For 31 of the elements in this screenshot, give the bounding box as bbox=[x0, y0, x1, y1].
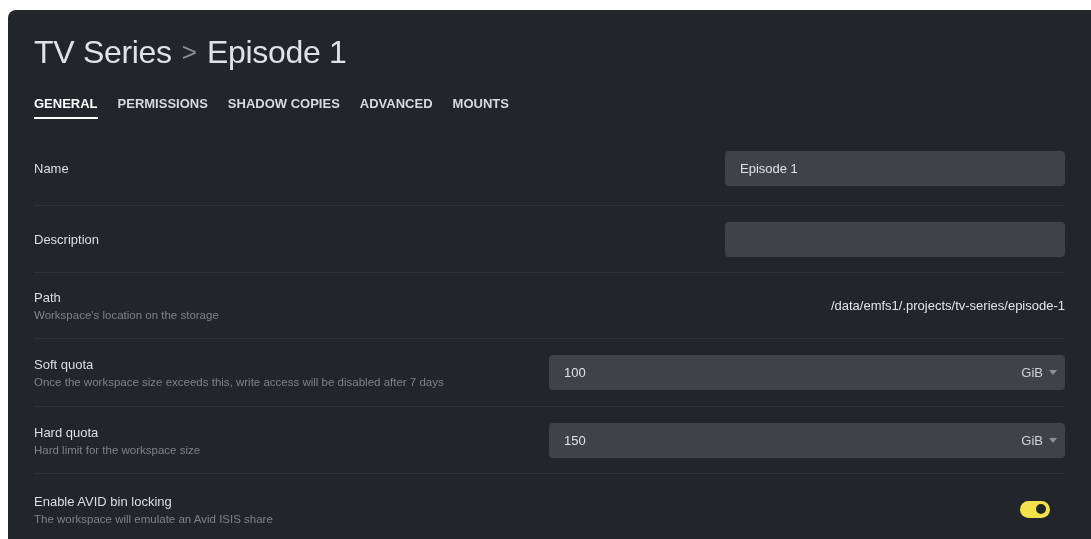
text-field[interactable] bbox=[725, 221, 1065, 257]
tab[interactable]: SHADOW COPIES bbox=[227, 96, 340, 119]
tab[interactable]: GENERAL bbox=[34, 96, 98, 119]
setting-label: Description bbox=[34, 231, 100, 247]
setting-label: Path bbox=[34, 290, 62, 305]
setting-label: Hard quota bbox=[34, 424, 100, 440]
path-value: /data/emfs1/.projects/tv-series/episode-1 bbox=[830, 298, 1065, 313]
tab[interactable]: ADVANCED bbox=[359, 96, 433, 119]
quota-field[interactable]: 150 GiB bbox=[549, 422, 1065, 458]
setting-description: The workspace will emulate an Avid ISIS share bbox=[34, 512, 273, 525]
quota-field[interactable]: 100 GiB bbox=[549, 355, 1065, 390]
toggle-switch[interactable] bbox=[1020, 500, 1050, 518]
setting-description: Hard limit for the workspace size bbox=[34, 443, 201, 456]
setting-label: Soft quota bbox=[34, 357, 95, 372]
tab[interactable]: PERMISSIONS bbox=[117, 96, 208, 119]
unit-dropdown[interactable]: GiB bbox=[1021, 365, 1057, 380]
unit-dropdown[interactable]: GiB bbox=[1021, 432, 1057, 448]
setting-label: Enable AVID bin locking bbox=[34, 493, 173, 509]
caret-icon bbox=[1049, 370, 1057, 375]
page-title: Episode 1 bbox=[207, 33, 347, 71]
caret-icon bbox=[1049, 437, 1057, 443]
breadcrumb-parent[interactable]: TV Series bbox=[34, 33, 172, 71]
setting-description: Once the workspace size exceeds this, write access will be disabled after 7 days bbox=[34, 376, 444, 388]
breadcrumb-separator: > bbox=[181, 36, 197, 68]
setting-description: Workspace's location on the storage bbox=[34, 309, 219, 321]
field-value: Episode 1 bbox=[740, 160, 798, 176]
field-value: 100 bbox=[564, 365, 586, 380]
text-field[interactable]: Episode 1 bbox=[725, 150, 1065, 186]
setting-label: Name bbox=[34, 160, 69, 176]
tab[interactable]: MOUNTS bbox=[452, 96, 509, 119]
field-value: 150 bbox=[564, 432, 586, 448]
